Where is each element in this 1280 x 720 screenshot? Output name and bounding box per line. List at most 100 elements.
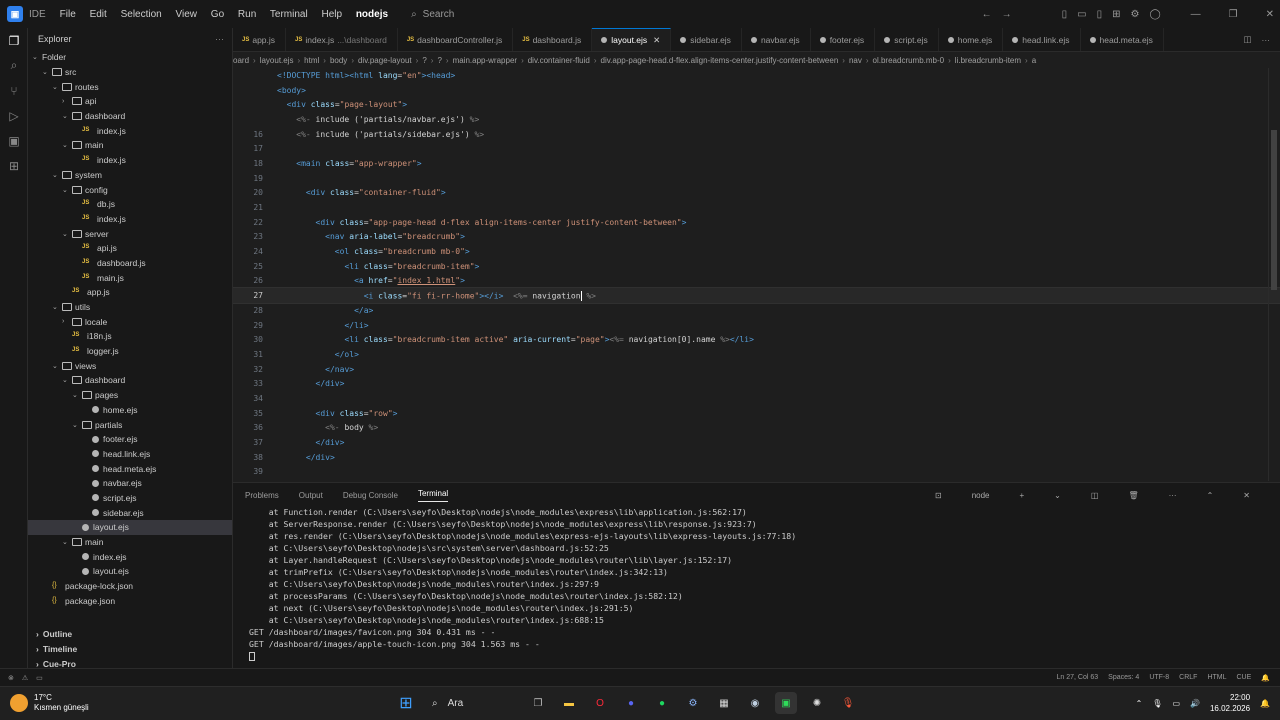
close-panel-icon[interactable]: ✕ — [1243, 491, 1250, 500]
discord-icon[interactable]: ● — [620, 692, 642, 714]
tree-item[interactable]: ⌄ main — [28, 138, 232, 153]
breadcrumb-item[interactable]: oard — [233, 56, 249, 65]
panel-tab-debug-console[interactable]: Debug Console — [343, 491, 398, 500]
forward-arrow-icon[interactable]: → — [1002, 9, 1012, 20]
taskbar-search[interactable]: ⌕ Ara — [426, 692, 518, 714]
menu-run[interactable]: Run — [238, 9, 256, 20]
extension-status[interactable]: CUE — [1237, 674, 1252, 682]
editor-tab[interactable]: JS index.js ...\dashboard — [286, 28, 398, 51]
tree-item[interactable]: JS api.js — [28, 241, 232, 256]
tree-item[interactable]: › api — [28, 94, 232, 109]
section-outline[interactable]: › Outline — [28, 626, 233, 641]
breadcrumb-item[interactable]: li.breadcrumb-item — [955, 56, 1021, 65]
breadcrumb-item[interactable]: main.app-wrapper — [453, 56, 517, 65]
code-line[interactable]: <div class="page-layout"> — [233, 97, 1280, 112]
code-line[interactable]: 21 — [233, 200, 1280, 215]
tree-item[interactable]: ⌄ pages — [28, 388, 232, 403]
code-line[interactable]: 26 <a href="index_1.html"> — [233, 274, 1280, 289]
tree-item[interactable]: ⌄ config — [28, 182, 232, 197]
new-terminal-icon[interactable]: + — [1020, 491, 1025, 500]
scrollbar-thumb[interactable] — [1271, 130, 1277, 290]
menu-edit[interactable]: Edit — [90, 9, 107, 20]
panel-tab-terminal[interactable]: Terminal — [417, 489, 449, 502]
file-explorer-icon[interactable]: ▬ — [558, 692, 580, 714]
tree-item[interactable]: JS logger.js — [28, 344, 232, 359]
menu-help[interactable]: Help — [321, 9, 342, 20]
tree-item[interactable]: ⌄ main — [28, 535, 232, 550]
breadcrumb-item[interactable]: layout.ejs — [260, 56, 294, 65]
editor-tab[interactable]: head.link.ejs — [1003, 28, 1081, 51]
breadcrumb-item[interactable]: div.app-page-head.d-flex.align-items-cen… — [601, 56, 839, 65]
code-line[interactable]: 29 </li> — [233, 318, 1280, 333]
tree-item[interactable]: footer.ejs — [28, 432, 232, 447]
microphone-app-icon[interactable]: 🎙 — [837, 692, 859, 714]
menu-view[interactable]: View — [176, 9, 198, 20]
tree-item[interactable]: sidebar.ejs — [28, 505, 232, 520]
tree-item[interactable]: layout.ejs — [28, 564, 232, 579]
editor-tab[interactable]: script.ejs — [875, 28, 939, 51]
split-terminal-icon[interactable]: ◫ — [1091, 491, 1099, 500]
search-activity-icon[interactable]: ⌕ — [0, 53, 28, 78]
code-line[interactable]: <body> — [233, 83, 1280, 98]
breadcrumb-item[interactable]: nav — [849, 56, 862, 65]
panel-tab-problems[interactable]: Problems — [245, 491, 279, 500]
editor-tab[interactable]: home.ejs — [939, 28, 1004, 51]
breadcrumb-item[interactable]: div.page-layout — [358, 56, 412, 65]
code-line[interactable]: 27 <i class="fi fi-rr-home"></i> <%= nav… — [233, 287, 1280, 304]
indentation[interactable]: Spaces: 4 — [1108, 674, 1139, 682]
maximize-panel-icon[interactable]: ⌃ — [1207, 491, 1214, 500]
tree-item[interactable]: ⌄ system — [28, 168, 232, 183]
language-mode[interactable]: HTML — [1207, 674, 1226, 682]
tree-item[interactable]: JS db.js — [28, 197, 232, 212]
breadcrumb-item[interactable]: html — [304, 56, 319, 65]
notifications-bell-icon[interactable]: 🔔 — [1261, 674, 1270, 682]
tree-item[interactable]: index.ejs — [28, 549, 232, 564]
close-tab-icon[interactable]: ✕ — [653, 35, 660, 46]
tree-item[interactable]: ⌄ server — [28, 226, 232, 241]
code-line[interactable]: 25 <li class="breadcrumb-item"> — [233, 259, 1280, 274]
tree-item[interactable]: ⌄ utils — [28, 300, 232, 315]
breadcrumb-item[interactable]: body — [330, 56, 347, 65]
tree-item[interactable]: › locale — [28, 314, 232, 329]
tree-item[interactable]: head.link.ejs — [28, 447, 232, 462]
code-line[interactable]: 23 <nav aria-label="breadcrumb"> — [233, 230, 1280, 245]
remote-explorer-icon[interactable]: ▣ — [0, 128, 28, 153]
encoding[interactable]: UTF-8 — [1149, 674, 1169, 682]
split-editor-icon[interactable]: ◫ — [1243, 34, 1251, 45]
cursor-position[interactable]: Ln 27, Col 63 — [1057, 674, 1099, 682]
breadcrumb-item[interactable]: div.container-fluid — [528, 56, 590, 65]
breadcrumb-item[interactable]: ol.breadcrumb.mb-0 — [873, 56, 945, 65]
line-ending[interactable]: CRLF — [1179, 674, 1197, 682]
code-line[interactable]: 36 <%- body %> — [233, 421, 1280, 436]
code-line[interactable]: 34 — [233, 391, 1280, 406]
editor-tab[interactable]: navbar.ejs — [742, 28, 811, 51]
tree-item[interactable]: ⌄ partials — [28, 417, 232, 432]
more-icon[interactable]: ··· — [1169, 491, 1177, 500]
tree-root[interactable]: ⌄ Folder — [28, 50, 232, 65]
terminal-shell-name[interactable]: node — [972, 491, 990, 500]
code-line[interactable]: 22 <div class="app-page-head d-flex alig… — [233, 215, 1280, 230]
minimize-icon[interactable]: — — [1191, 9, 1201, 20]
notification-icon[interactable]: 🔔 — [1260, 699, 1270, 708]
remote-icon[interactable]: ⊗ — [8, 674, 14, 682]
tree-item[interactable]: JS index.js — [28, 212, 232, 227]
section-timeline[interactable]: › Timeline — [28, 641, 233, 656]
code-line[interactable]: 35 <div class="row"> — [233, 406, 1280, 421]
tree-item[interactable]: layout.ejs — [28, 520, 232, 535]
terminal-prompt[interactable] — [249, 651, 1280, 663]
tree-item[interactable]: ⌄ src — [28, 65, 232, 80]
editor-tab[interactable]: sidebar.ejs — [671, 28, 742, 51]
code-line[interactable]: <%- include ('partials/navbar.ejs') %> — [233, 112, 1280, 127]
ports-icon[interactable]: ▭ — [36, 674, 43, 682]
layout-panel-icon[interactable]: ▭ — [1077, 9, 1086, 20]
volume-icon[interactable]: 🔊 — [1190, 699, 1200, 708]
more-actions-icon[interactable]: ··· — [215, 34, 224, 44]
maximize-icon[interactable]: ❐ — [1229, 9, 1238, 20]
opera-browser-icon[interactable]: O — [589, 692, 611, 714]
code-line[interactable]: 33 </div> — [233, 376, 1280, 391]
tray-overflow-icon[interactable]: ⌃ — [1136, 699, 1143, 708]
editor-tab[interactable]: JS dashboard.js — [513, 28, 593, 51]
code-line[interactable]: 16 <%- include ('partials/sidebar.ejs') … — [233, 127, 1280, 142]
menu-selection[interactable]: Selection — [121, 9, 162, 20]
more-icon[interactable]: ··· — [1262, 35, 1271, 45]
